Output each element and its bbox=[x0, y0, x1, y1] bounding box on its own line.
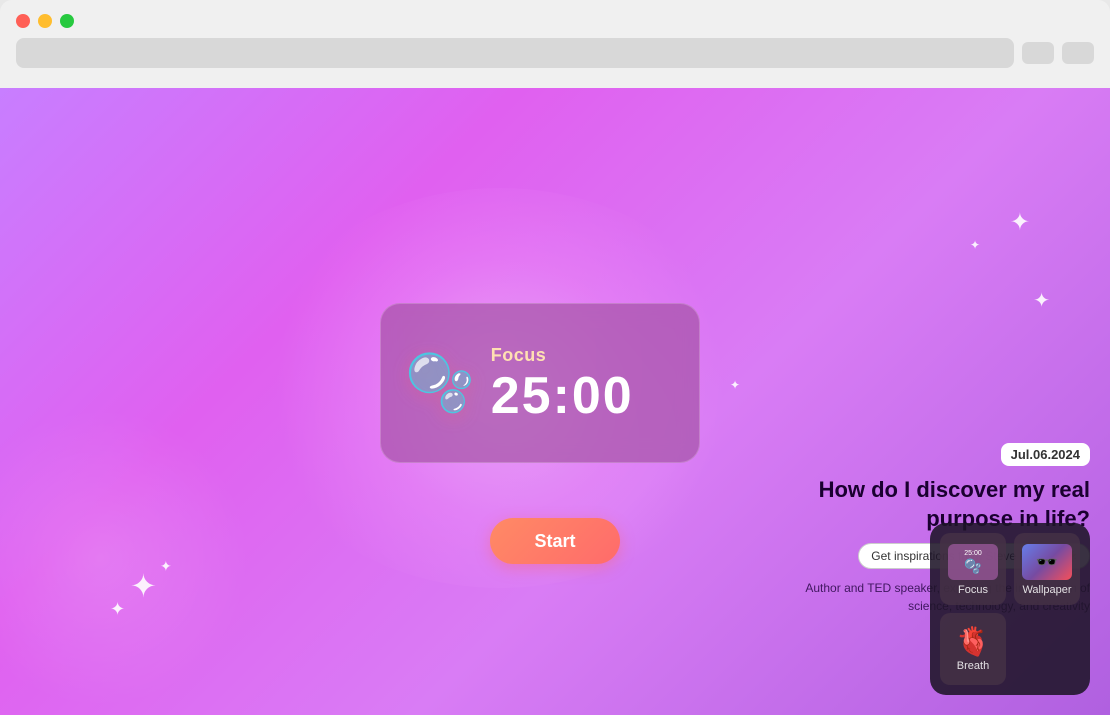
app-area: ✦ ✦ ✦ ✦ ✦ ✦ ✦ 🫧 Focus 25:00 Start Jul.06… bbox=[0, 88, 1110, 715]
close-button[interactable] bbox=[16, 14, 30, 28]
sparkle-icon-2: ✦ bbox=[970, 238, 980, 252]
sparkle-icon-5: ✦ bbox=[130, 567, 157, 605]
bottom-panel: 25:00 🫧 Focus 🕶️ Wallpaper 🫀 Breath bbox=[930, 523, 1090, 695]
nav-button-1[interactable] bbox=[1022, 42, 1054, 64]
focus-thumb-creature-icon: 🫧 bbox=[964, 558, 981, 575]
window-chrome bbox=[0, 0, 1110, 88]
maximize-button[interactable] bbox=[60, 14, 74, 28]
panel-item-breath-label: Breath bbox=[957, 660, 989, 672]
panel-item-breath[interactable]: 🫀 Breath bbox=[940, 613, 1006, 685]
wallpaper-thumb: 🕶️ bbox=[1022, 544, 1072, 580]
panel-item-wallpaper[interactable]: 🕶️ Wallpaper bbox=[1014, 533, 1080, 605]
start-button[interactable]: Start bbox=[490, 518, 620, 564]
focus-thumb-timer: 25:00 bbox=[964, 550, 982, 557]
panel-item-focus-label: Focus bbox=[958, 584, 988, 596]
wallpaper-glasses-icon: 🕶️ bbox=[1036, 552, 1058, 573]
minimize-button[interactable] bbox=[38, 14, 52, 28]
nav-button-2[interactable] bbox=[1062, 42, 1094, 64]
sparkle-icon-6: ✦ bbox=[160, 558, 172, 575]
address-bar-row bbox=[16, 38, 1094, 68]
background-glow-left bbox=[0, 408, 250, 708]
date-badge: Jul.06.2024 bbox=[1001, 443, 1090, 466]
timer-content: Focus 25:00 bbox=[491, 345, 634, 422]
creature-icon: 🫧 bbox=[405, 350, 475, 416]
sparkle-icon-4: ✦ bbox=[730, 378, 740, 392]
traffic-lights bbox=[16, 14, 1094, 28]
panel-item-focus[interactable]: 25:00 🫧 Focus bbox=[940, 533, 1006, 605]
sparkle-icon-3: ✦ bbox=[1033, 288, 1050, 313]
timer-display: 25:00 bbox=[491, 370, 634, 422]
focus-timer-card: 🫧 Focus 25:00 bbox=[380, 303, 700, 463]
sparkle-icon-1: ✦ bbox=[1010, 208, 1030, 237]
panel-item-wallpaper-label: Wallpaper bbox=[1022, 584, 1071, 596]
sparkle-icon-7: ✦ bbox=[110, 599, 125, 620]
address-bar[interactable] bbox=[16, 38, 1014, 68]
focus-thumb: 25:00 🫧 bbox=[948, 544, 998, 580]
breath-icon: 🫀 bbox=[956, 628, 991, 656]
focus-label: Focus bbox=[491, 345, 634, 366]
